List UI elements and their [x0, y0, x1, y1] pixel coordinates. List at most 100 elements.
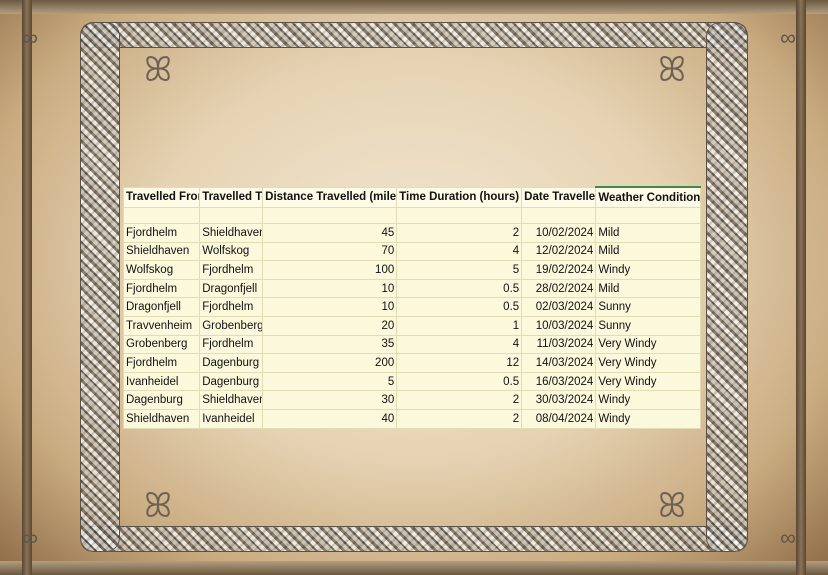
cell-to[interactable]: Dragonfjell [199, 278, 264, 299]
table-row: Fjordhelm Dragonfjell 10 0.5 28/02/2024 Mild [122, 278, 701, 299]
empty-cell[interactable] [199, 207, 264, 224]
cell-from[interactable]: Dagenburg [122, 390, 201, 410]
cell-distance[interactable]: 45 [262, 223, 398, 243]
cell-distance[interactable]: 10 [262, 297, 398, 317]
cell-from[interactable]: Fjordhelm [122, 278, 201, 299]
cell-from[interactable]: Dragonfjell [122, 297, 201, 317]
cell-date[interactable]: 11/03/2024 [521, 334, 597, 355]
cell-distance[interactable]: 200 [262, 353, 398, 373]
cell-to[interactable]: Ivanheidel [199, 408, 264, 429]
cell-to[interactable]: Dagenburg [199, 353, 264, 373]
cell-time[interactable]: 4 [396, 241, 523, 262]
cell-from[interactable]: Grobenberg [122, 334, 201, 355]
cell-date[interactable]: 10/03/2024 [521, 315, 597, 336]
cell-date[interactable]: 08/04/2024 [521, 408, 597, 429]
cell-time[interactable]: 2 [396, 408, 523, 429]
celtic-knot-icon: ꕤ [143, 51, 173, 89]
cell-from[interactable]: Ivanheidel [122, 371, 201, 392]
cell-time[interactable]: 1 [396, 315, 523, 336]
cell-to[interactable]: Fjordhelm [199, 297, 264, 317]
cell-weather[interactable]: Very Windy [595, 371, 701, 392]
cell-date[interactable]: 19/02/2024 [521, 260, 597, 280]
cell-from[interactable]: Shieldhaven [122, 241, 201, 262]
cell-to[interactable]: Shieldhaven [199, 390, 264, 410]
empty-cell[interactable] [262, 207, 398, 224]
cell-weather[interactable]: Mild [595, 223, 701, 243]
braid-border-right [706, 22, 748, 552]
cell-time[interactable]: 0.5 [396, 278, 523, 299]
cell-weather[interactable]: Windy [595, 260, 701, 280]
cell-date[interactable]: 02/03/2024 [521, 297, 597, 317]
cell-weather[interactable]: Mild [595, 241, 701, 262]
cell-date[interactable]: 16/03/2024 [521, 371, 597, 392]
cell-time[interactable]: 2 [396, 390, 523, 410]
braid-border-left [80, 22, 120, 552]
cell-from[interactable]: Fjordhelm [122, 353, 201, 373]
table-row: Shieldhaven Ivanheidel 40 2 08/04/2024 Windy [122, 408, 701, 429]
table-row: Fjordhelm Dagenburg 200 12 14/03/2024 Very Wi… [122, 353, 701, 373]
cell-from[interactable]: Wolfskog [122, 260, 201, 280]
blank-row [122, 207, 701, 224]
cell-weather[interactable]: Windy [595, 408, 701, 429]
empty-cell[interactable] [396, 207, 523, 224]
cell-from[interactable]: Fjordhelm [122, 223, 201, 243]
header-cell-travelled-to[interactable]: Travelled To [199, 186, 264, 208]
cell-to[interactable]: Dagenburg [199, 371, 264, 392]
cell-date[interactable]: 30/03/2024 [521, 390, 597, 410]
cell-to[interactable]: Fjordhelm [199, 334, 264, 355]
cell-time[interactable]: 2 [396, 223, 523, 243]
cell-distance[interactable]: 35 [262, 334, 398, 355]
cell-from[interactable]: Shieldhaven [122, 408, 201, 429]
cell-distance[interactable]: 10 [262, 278, 398, 299]
cell-from[interactable]: Travvenheim [122, 315, 201, 336]
cell-date[interactable]: 12/02/2024 [521, 241, 597, 262]
cell-date[interactable]: 28/02/2024 [521, 278, 597, 299]
knot-ornament-icon: ∞ [22, 525, 38, 550]
cell-weather[interactable]: Mild [595, 278, 701, 299]
knot-ornament-icon: ∞ [780, 25, 796, 50]
header-cell-time-duration[interactable]: Time Duration (hours) [396, 186, 523, 208]
cell-to[interactable]: Shieldhaven [199, 223, 264, 243]
frame-left-edge [22, 0, 32, 575]
cell-time[interactable]: 12 [396, 353, 523, 373]
cell-to[interactable]: Grobenberg [199, 315, 264, 336]
cell-time[interactable]: 0.5 [396, 297, 523, 317]
travel-log-table: Travelled From Travelled To Distance Tra… [122, 186, 701, 429]
cell-date[interactable]: 10/02/2024 [521, 223, 597, 243]
braid-border-bottom [80, 526, 748, 552]
cell-weather[interactable]: Sunny [595, 315, 701, 336]
cell-time[interactable]: 5 [396, 260, 523, 280]
cell-distance[interactable]: 100 [262, 260, 398, 280]
header-cell-travelled-from[interactable]: Travelled From [122, 186, 201, 208]
cell-weather[interactable]: Very Windy [595, 334, 701, 355]
empty-cell[interactable] [595, 207, 701, 224]
cell-weather[interactable]: Windy [595, 390, 701, 410]
frame-bottom-edge [0, 561, 828, 575]
table-row: Dragonfjell Fjordhelm 10 0.5 02/03/2024 Sunny [122, 297, 701, 317]
cell-time[interactable]: 4 [396, 334, 523, 355]
cell-time[interactable]: 0.5 [396, 371, 523, 392]
knot-ornament-icon: ∞ [22, 25, 38, 50]
celtic-knot-icon: ꕤ [143, 487, 173, 525]
cell-distance[interactable]: 30 [262, 390, 398, 410]
header-cell-date-travelled[interactable]: Date Travelled [521, 186, 597, 208]
empty-cell[interactable] [521, 207, 597, 224]
celtic-knot-icon: ꕤ [657, 51, 687, 89]
cell-distance[interactable]: 40 [262, 408, 398, 429]
table-row: Grobenberg Fjordhelm 35 4 11/03/2024 Very Win… [122, 334, 701, 355]
header-cell-weather-conditions[interactable]: Weather Conditions [595, 186, 701, 208]
cell-to[interactable]: Fjordhelm [199, 260, 264, 280]
table-row: Travvenheim Grobenberg 20 1 10/03/2024 Sunny [122, 315, 701, 336]
cell-distance[interactable]: 5 [262, 371, 398, 392]
frame-right-edge [796, 0, 806, 575]
header-cell-distance[interactable]: Distance Travelled (miles) [262, 186, 398, 208]
cell-weather[interactable]: Very Windy [595, 353, 701, 373]
celtic-knot-icon: ꕤ [657, 487, 687, 525]
empty-cell[interactable] [122, 207, 201, 224]
cell-weather[interactable]: Sunny [595, 297, 701, 317]
cell-date[interactable]: 14/03/2024 [521, 353, 597, 373]
table-row: Shieldhaven Wolfskog 70 4 12/02/2024 Mild [122, 241, 701, 262]
cell-distance[interactable]: 20 [262, 315, 398, 336]
cell-distance[interactable]: 70 [262, 241, 398, 262]
cell-to[interactable]: Wolfskog [199, 241, 264, 262]
